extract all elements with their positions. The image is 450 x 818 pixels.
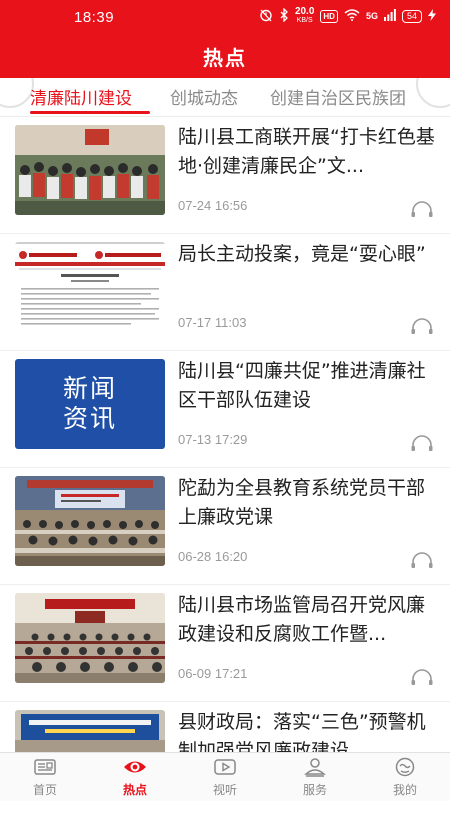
nav-profile[interactable]: 我的 <box>375 757 435 798</box>
headphones-icon[interactable] <box>410 317 434 335</box>
news-time: 06-09 17:21 <box>178 666 248 681</box>
nav-service[interactable]: 服务 <box>285 757 345 798</box>
news-title: 陆川县市场监管局召开党风廉政建设和反腐败工作暨... <box>178 594 426 645</box>
news-time: 07-13 17:29 <box>178 432 248 447</box>
page-title: 热点 <box>203 46 247 70</box>
tab-ethnic-unity[interactable]: 创建自治区民族团 <box>270 84 406 109</box>
headphones-icon[interactable] <box>410 551 434 569</box>
eye-icon <box>105 757 165 777</box>
network-speed: 20.0 KB/S <box>294 6 315 25</box>
bluetooth-icon <box>279 6 289 25</box>
thumbnail-text-info: 资讯 <box>62 404 117 433</box>
service-icon <box>285 757 345 777</box>
news-time: 06-28 16:20 <box>178 549 248 564</box>
video-icon <box>195 757 255 777</box>
alarm-icon <box>259 8 273 25</box>
news-time: 07-17 11:03 <box>178 315 247 330</box>
tab-clean-luchuan[interactable]: 清廉陆川建设 <box>30 84 132 109</box>
news-thumbnail: 新闻 资讯 <box>15 359 165 449</box>
decorative-ornament-right <box>416 78 450 108</box>
news-time: 07-24 16:56 <box>178 198 248 213</box>
tab-city-creation[interactable]: 创城动态 <box>170 84 238 109</box>
nav-label: 我的 <box>392 783 417 797</box>
headphones-icon[interactable] <box>410 200 434 218</box>
nav-home[interactable]: 首页 <box>15 757 75 798</box>
nav-label: 服务 <box>302 783 327 797</box>
nav-media[interactable]: 视听 <box>195 757 255 798</box>
app-header: 热点 <box>0 36 450 78</box>
nav-label: 热点 <box>122 783 147 797</box>
active-tab-indicator <box>30 111 150 114</box>
profile-icon <box>375 757 435 777</box>
signal-icon <box>383 8 396 24</box>
news-thumbnail <box>15 476 165 566</box>
decorative-ornament-left <box>0 78 34 108</box>
charging-icon <box>428 8 436 24</box>
bottom-nav: 首页 热点 视听 服务 我的 <box>0 752 450 801</box>
nav-label: 首页 <box>32 783 57 797</box>
category-tabs: 清廉陆川建设 创城动态 创建自治区民族团 <box>0 78 450 117</box>
news-title: 局长主动投案，竟是“耍心眼” <box>178 243 426 265</box>
status-icons: 20.0 KB/S HD 5G 54 <box>259 7 436 25</box>
newspaper-icon <box>15 757 75 777</box>
news-item[interactable]: 陆川县工商联开展“打卡红色基地·创建清廉民企”文... 07-24 16:56 <box>0 116 450 234</box>
news-item[interactable]: 陆川县市场监管局召开党风廉政建设和反腐败工作暨... 06-09 17:21 <box>0 584 450 702</box>
headphones-icon[interactable] <box>410 668 434 686</box>
news-title: 陆川县“四廉共促”推进清廉社区干部队伍建设 <box>178 360 426 411</box>
news-item[interactable]: 新闻 资讯 陆川县“四廉共促”推进清廉社区干部队伍建设 07-13 17:29 <box>0 350 450 468</box>
news-title: 陆川县工商联开展“打卡红色基地·创建清廉民企”文... <box>178 126 435 177</box>
headphones-icon[interactable] <box>410 434 434 452</box>
battery-indicator: 54 <box>401 9 422 23</box>
wifi-icon <box>344 8 360 24</box>
news-thumbnail <box>15 242 165 332</box>
news-item[interactable]: 陀勐为全县教育系统党员干部上廉政党课 06-28 16:20 <box>0 467 450 585</box>
nav-hot[interactable]: 热点 <box>105 757 165 798</box>
news-thumbnail <box>15 593 165 683</box>
news-title: 陀勐为全县教育系统党员干部上廉政党课 <box>178 477 426 528</box>
signal-label: 5G <box>365 11 378 21</box>
news-thumbnail <box>15 125 165 215</box>
news-item[interactable]: 局长主动投案，竟是“耍心眼” 07-17 11:03 <box>0 233 450 351</box>
hd-badge: HD <box>320 9 338 23</box>
status-bar: 18:39 20.0 KB/S HD 5G 54 <box>0 0 450 36</box>
thumbnail-text-news: 新闻 <box>62 374 117 403</box>
nav-label: 视听 <box>212 783 237 797</box>
status-time: 18:39 <box>74 9 115 26</box>
